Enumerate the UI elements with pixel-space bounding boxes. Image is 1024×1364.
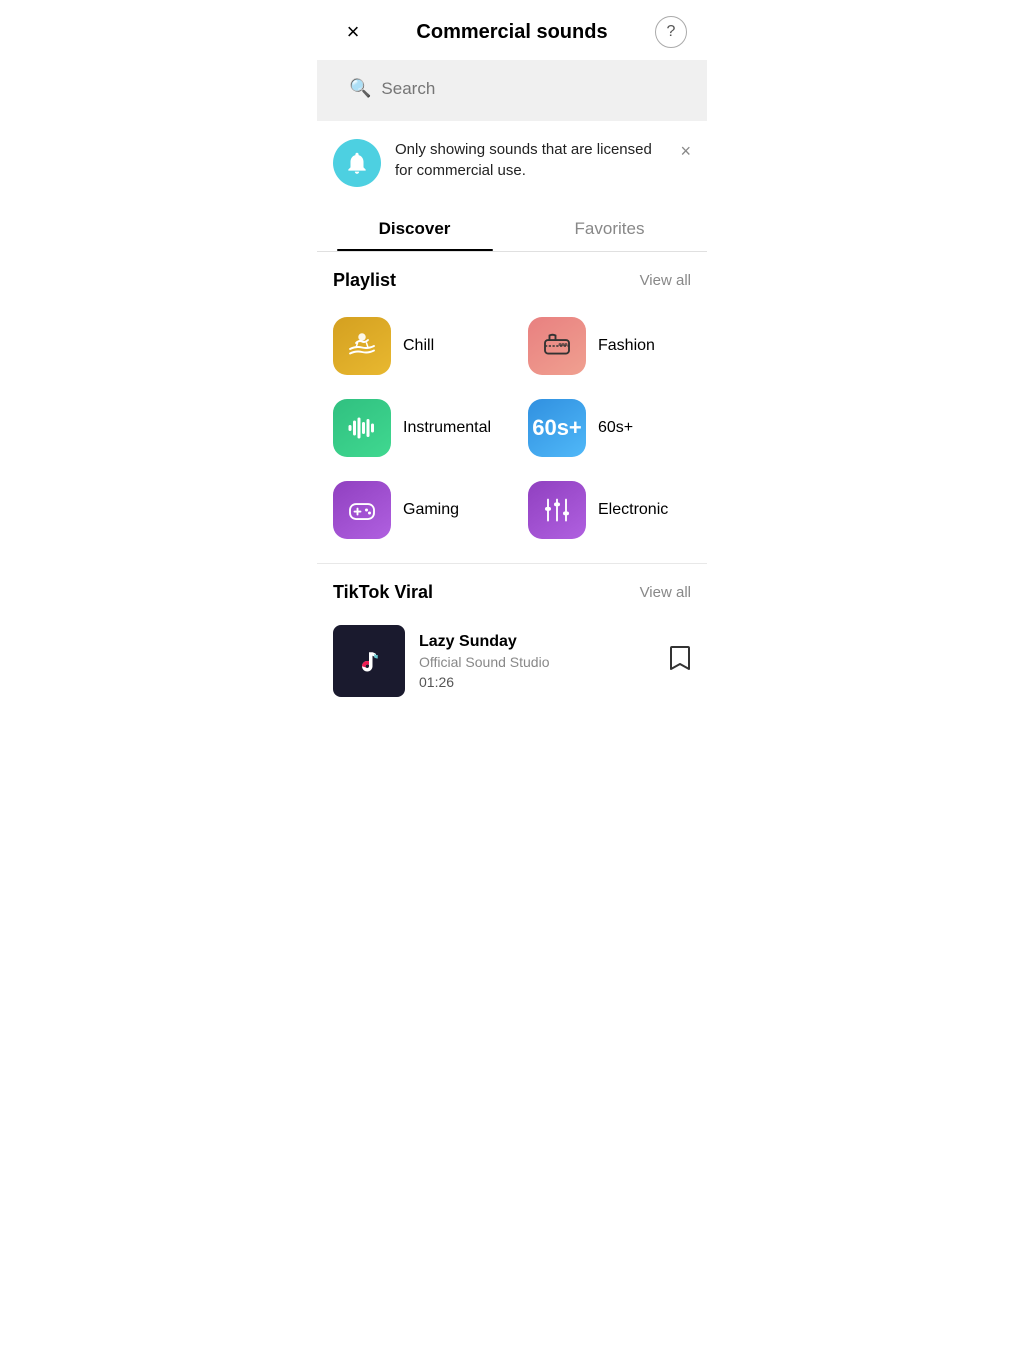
bell-icon: [344, 150, 370, 176]
viral-track-subtitle: Official Sound Studio: [419, 654, 655, 670]
viral-section-title: TikTok Viral: [333, 582, 433, 603]
60s-label: 60s+: [598, 419, 633, 437]
close-button[interactable]: ×: [337, 16, 369, 48]
search-input[interactable]: [381, 79, 675, 99]
fashion-thumbnail: [528, 317, 586, 375]
notice-close-button[interactable]: ×: [680, 141, 691, 162]
gaming-icon: [344, 492, 380, 528]
gaming-label: Gaming: [403, 501, 459, 519]
viral-track-title: Lazy Sunday: [419, 633, 655, 651]
playlist-section-header: Playlist View all: [317, 252, 707, 301]
60s-text-label: 60s+: [532, 415, 582, 441]
search-bar[interactable]: 🔍: [333, 68, 691, 109]
electronic-label: Electronic: [598, 501, 668, 519]
tab-favorites[interactable]: Favorites: [512, 205, 707, 251]
viral-track-thumbnail: [333, 625, 405, 697]
tabs: Discover Favorites: [317, 205, 707, 252]
playlist-item-fashion[interactable]: Fashion: [512, 305, 707, 387]
search-icon: 🔍: [349, 78, 371, 99]
electronic-thumbnail: [528, 481, 586, 539]
fashion-icon: [539, 328, 575, 364]
header: × Commercial sounds ?: [317, 0, 707, 60]
chill-icon: [344, 328, 380, 364]
viral-track-info: Lazy Sunday Official Sound Studio 01:26: [419, 633, 655, 690]
viral-track-duration: 01:26: [419, 674, 655, 690]
playlist-item-electronic[interactable]: Electronic: [512, 469, 707, 551]
instrumental-thumbnail: [333, 399, 391, 457]
tab-discover[interactable]: Discover: [317, 205, 512, 251]
instrumental-icon: [344, 410, 380, 446]
search-container: 🔍: [317, 60, 707, 121]
playlist-item-instrumental[interactable]: Instrumental: [317, 387, 512, 469]
notice-text: Only showing sounds that are licensed fo…: [395, 139, 666, 181]
tiktok-viral-section: TikTok Viral View all Lazy Sunday Offici…: [317, 564, 707, 729]
gaming-thumbnail: [333, 481, 391, 539]
notice-banner: Only showing sounds that are licensed fo…: [317, 121, 707, 205]
notice-icon: [333, 139, 381, 187]
viral-section-header: TikTok Viral View all: [317, 564, 707, 613]
instrumental-label: Instrumental: [403, 419, 491, 437]
playlist-item-chill[interactable]: Chill: [317, 305, 512, 387]
playlist-view-all[interactable]: View all: [640, 272, 691, 289]
fashion-label: Fashion: [598, 337, 655, 355]
playlist-section-title: Playlist: [333, 270, 396, 291]
chill-thumbnail: [333, 317, 391, 375]
playlist-item-gaming[interactable]: Gaming: [317, 469, 512, 551]
60s-thumbnail: 60s+: [528, 399, 586, 457]
tiktok-logo-icon: [348, 640, 390, 682]
electronic-icon: [539, 492, 575, 528]
viral-track-item[interactable]: Lazy Sunday Official Sound Studio 01:26: [317, 613, 707, 709]
chill-label: Chill: [403, 337, 434, 355]
bookmark-button[interactable]: [669, 645, 691, 677]
playlist-grid: Chill Fashion: [317, 301, 707, 559]
help-button[interactable]: ?: [655, 16, 687, 48]
bookmark-icon: [669, 645, 691, 671]
page-title: Commercial sounds: [369, 21, 655, 44]
playlist-item-60s[interactable]: 60s+ 60s+: [512, 387, 707, 469]
viral-view-all[interactable]: View all: [640, 584, 691, 601]
